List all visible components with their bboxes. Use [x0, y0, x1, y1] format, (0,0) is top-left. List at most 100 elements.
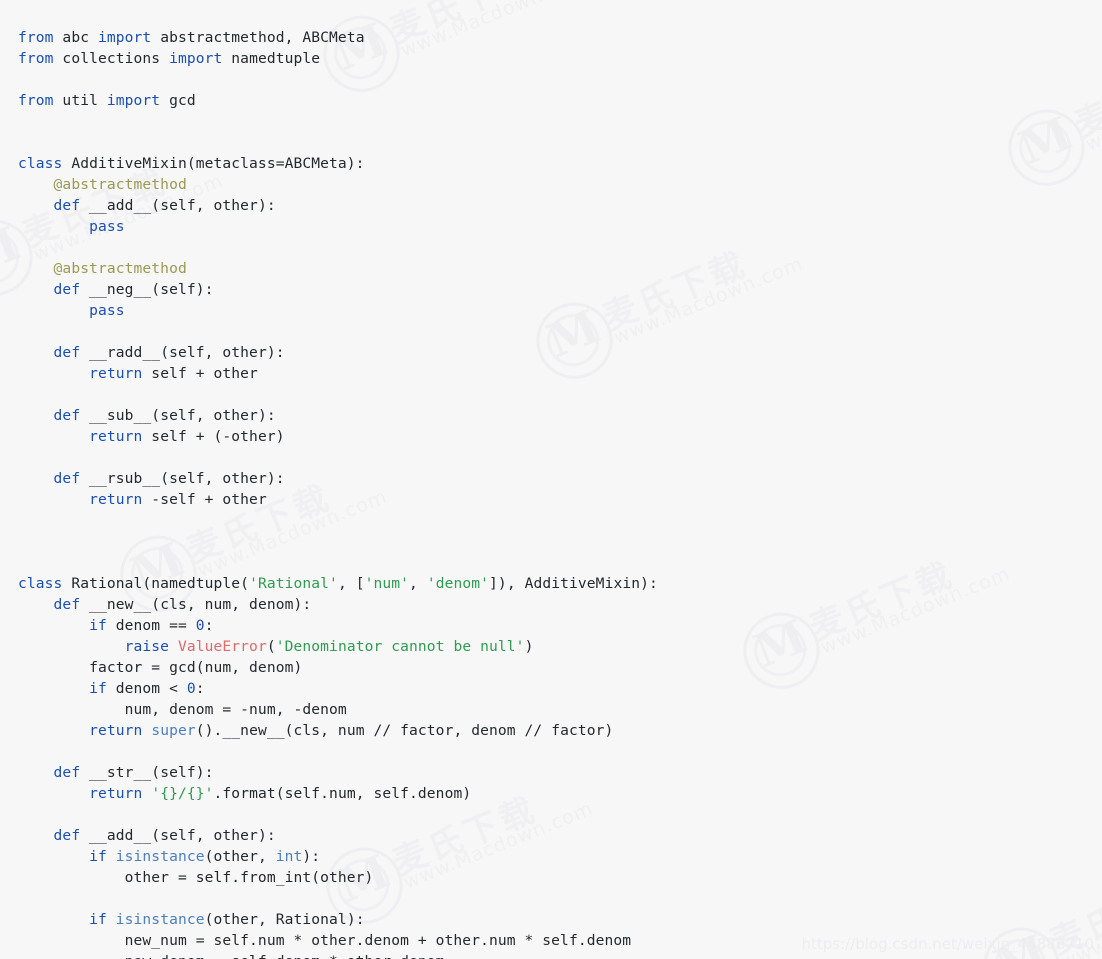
code-token: __rsub__(self, other):: [80, 469, 285, 487]
code-token: collections: [53, 49, 170, 67]
code-token: __neg__(self):: [80, 280, 214, 298]
code-line: return self + (-other): [18, 426, 1102, 447]
code-token: num, denom = -num, -denom: [18, 700, 347, 718]
code-line: if denom == 0:: [18, 615, 1102, 636]
code-line: new_denom = self.denom * other.denom: [18, 951, 1102, 959]
code-line: def __add__(self, other):: [18, 195, 1102, 216]
code-token: @abstractmethod: [18, 175, 187, 193]
code-token: __str__(self):: [80, 763, 214, 781]
code-token: ): [524, 637, 534, 655]
code-token: from: [18, 28, 54, 46]
code-token: def: [53, 595, 81, 613]
code-line: def __sub__(self, other):: [18, 405, 1102, 426]
code-token: 'Denominator cannot be null': [275, 637, 525, 655]
code-line: return '{}/{}'.format(self.num, self.den…: [18, 783, 1102, 804]
code-token: pass: [89, 217, 125, 235]
code-token: 0: [186, 679, 196, 697]
code-token: def: [53, 343, 81, 361]
code-token: def: [53, 469, 81, 487]
code-token: denom <: [106, 679, 187, 697]
code-token: :: [195, 679, 205, 697]
code-token: ValueError: [177, 637, 267, 655]
code-token: if: [89, 910, 107, 928]
code-token: import: [106, 91, 161, 109]
code-token: pass: [89, 301, 125, 319]
code-token: abstractmethod, ABCMeta: [151, 28, 365, 46]
code-token: class: [18, 154, 63, 172]
code-line: from collections import namedtuple: [18, 48, 1102, 69]
code-token: @abstractmethod: [18, 259, 187, 277]
code-token: return: [89, 490, 143, 508]
code-line: def __add__(self, other):: [18, 825, 1102, 846]
code-token: def: [53, 280, 81, 298]
code-token: other = self.from_int(other): [18, 868, 374, 886]
code-token: __new__(cls, num, denom):: [80, 595, 312, 613]
code-token: ,: [409, 574, 427, 592]
code-token: import: [169, 49, 223, 67]
code-token: if: [89, 847, 107, 865]
code-token: .format(self.num, self.denom): [213, 784, 472, 802]
code-line: if denom < 0:: [18, 678, 1102, 699]
code-token: -self + other: [142, 490, 267, 508]
code-token: return: [89, 784, 143, 802]
code-line: pass: [18, 216, 1102, 237]
code-line: new_num = self.num * other.denom + other…: [18, 930, 1102, 951]
code-line: if isinstance(other, int):: [18, 846, 1102, 867]
code-line: from util import gcd: [18, 90, 1102, 111]
code-token: __add__(self, other):: [80, 826, 276, 844]
code-line: def __rsub__(self, other):: [18, 468, 1102, 489]
code-token: 0: [195, 616, 205, 634]
code-line: from abc import abstractmethod, ABCMeta: [18, 27, 1102, 48]
code-line: def __neg__(self):: [18, 279, 1102, 300]
code-line: @abstractmethod: [18, 174, 1102, 195]
code-token: import: [97, 28, 152, 46]
code-token: isinstance: [115, 847, 205, 865]
code-token: super: [151, 721, 196, 739]
code-line: def __str__(self):: [18, 762, 1102, 783]
code-token: factor = gcd(num, denom): [18, 658, 303, 676]
code-token: return: [89, 364, 143, 382]
code-line: class AdditiveMixin(metaclass=ABCMeta):: [18, 153, 1102, 174]
code-token: namedtuple: [222, 49, 321, 67]
code-line: num, denom = -num, -denom: [18, 699, 1102, 720]
code-token: self + (-other): [142, 427, 285, 445]
code-token: def: [53, 406, 81, 424]
code-token: from: [18, 91, 54, 109]
code-token: :: [204, 616, 214, 634]
code-token: new_denom = self.denom * other.denom: [18, 953, 445, 959]
code-token: 'num': [364, 574, 410, 592]
code-line: other = self.from_int(other): [18, 867, 1102, 888]
code-token: abc: [53, 28, 98, 46]
code-token: def: [53, 826, 81, 844]
code-token: (other,: [204, 847, 276, 865]
